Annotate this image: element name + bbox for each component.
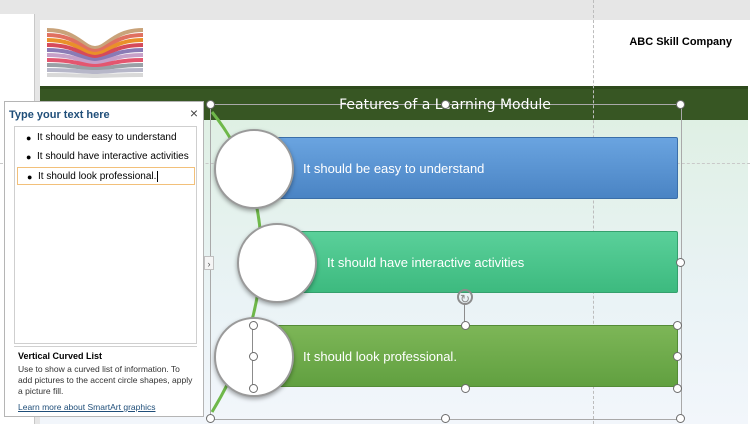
- bullet-icon: ●: [26, 152, 32, 162]
- shape-handle-bottom-right[interactable]: [673, 384, 682, 393]
- bullet-icon: ●: [27, 172, 33, 182]
- accent-circle-1[interactable]: [214, 129, 294, 209]
- close-icon[interactable]: ×: [187, 106, 201, 120]
- layout-description: Vertical Curved List Use to show a curve…: [14, 346, 197, 415]
- text-cursor: [157, 171, 159, 182]
- bullet-item-1[interactable]: ● It should be easy to understand: [17, 129, 195, 147]
- resize-handle-top-right[interactable]: [676, 100, 685, 109]
- shape-handle-bottom-left[interactable]: [249, 384, 258, 393]
- company-name: ABC Skill Company: [629, 36, 732, 48]
- list-item-bar-1[interactable]: It should be easy to understand: [268, 137, 678, 199]
- layout-name: Vertical Curved List: [18, 351, 103, 361]
- company-logo: [47, 26, 143, 78]
- text-pane-toggle-icon[interactable]: ›: [204, 256, 214, 270]
- shape-handle-top-left[interactable]: [249, 321, 258, 330]
- resize-handle-bottom-left[interactable]: [206, 414, 215, 423]
- accent-circle-2[interactable]: [237, 223, 317, 303]
- list-item-bar-2[interactable]: It should have interactive activities: [292, 231, 678, 293]
- layout-description-text: Use to show a curved list of information…: [18, 364, 193, 396]
- shape-handle-top[interactable]: [461, 321, 470, 330]
- resize-handle-top-left[interactable]: [206, 100, 215, 109]
- shape-handle-right[interactable]: [673, 352, 682, 361]
- text-pane-bullet-list[interactable]: ● It should be easy to understand ● It sho…: [14, 126, 197, 344]
- learn-more-link[interactable]: Learn more about SmartArt graphics: [18, 402, 155, 412]
- shape-handle-top-right[interactable]: [673, 321, 682, 330]
- rotate-handle-icon[interactable]: ↻: [457, 289, 473, 306]
- bullet-item-2[interactable]: ● It should have interactive activities: [17, 148, 195, 166]
- text-pane-title: Type your text here: [9, 109, 110, 121]
- smartart-text-pane[interactable]: Type your text here × ● It should be easy…: [4, 101, 204, 417]
- resize-handle-bottom[interactable]: [441, 414, 450, 423]
- resize-handle-bottom-right[interactable]: [676, 414, 685, 423]
- shape-handle-bottom[interactable]: [461, 384, 470, 393]
- resize-handle-right[interactable]: [676, 258, 685, 267]
- list-item-bar-3[interactable]: It should look professional.: [268, 325, 678, 387]
- resize-handle-top[interactable]: [441, 100, 450, 109]
- bullet-icon: ●: [26, 133, 32, 143]
- shape-handle-left[interactable]: [249, 352, 258, 361]
- bullet-item-3-active[interactable]: ● It should look professional.: [17, 167, 195, 185]
